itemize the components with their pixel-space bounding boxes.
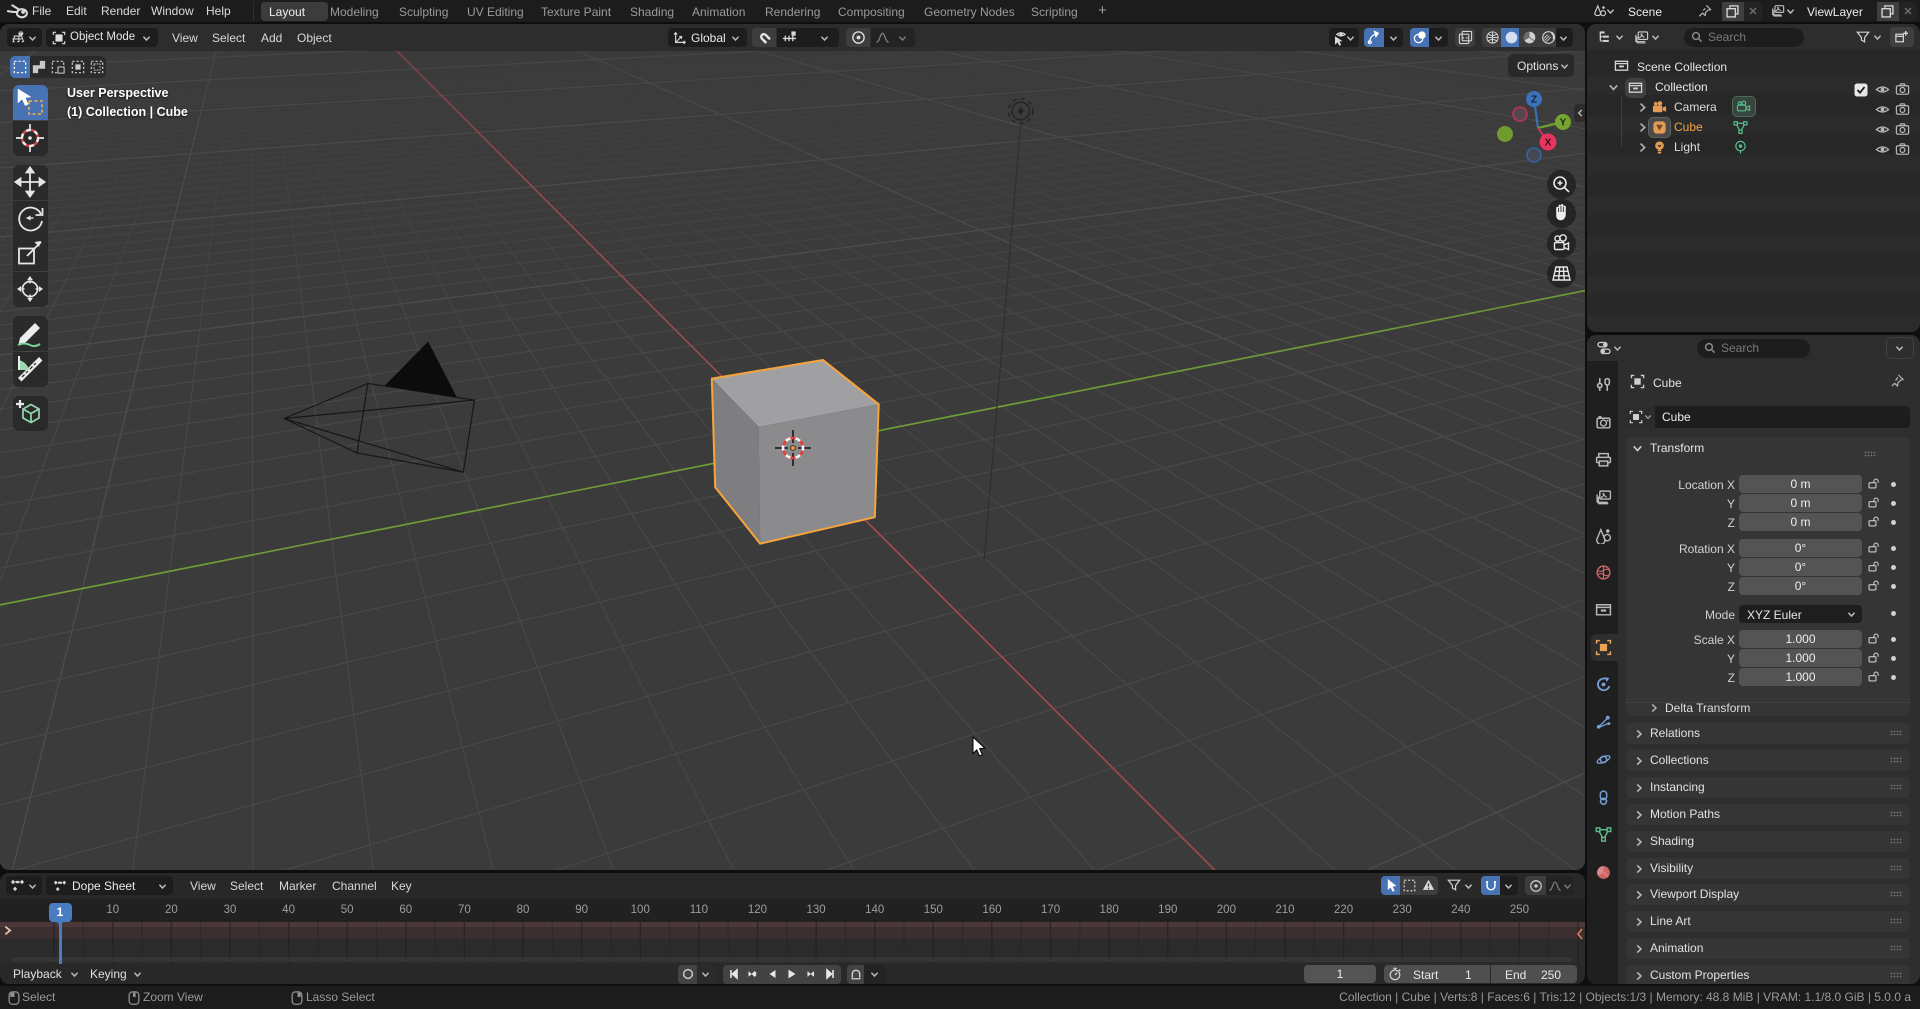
svg-text:Z: Z bbox=[1531, 95, 1537, 106]
svg-text:Y: Y bbox=[1560, 118, 1567, 129]
svg-text:X: X bbox=[1545, 138, 1552, 149]
